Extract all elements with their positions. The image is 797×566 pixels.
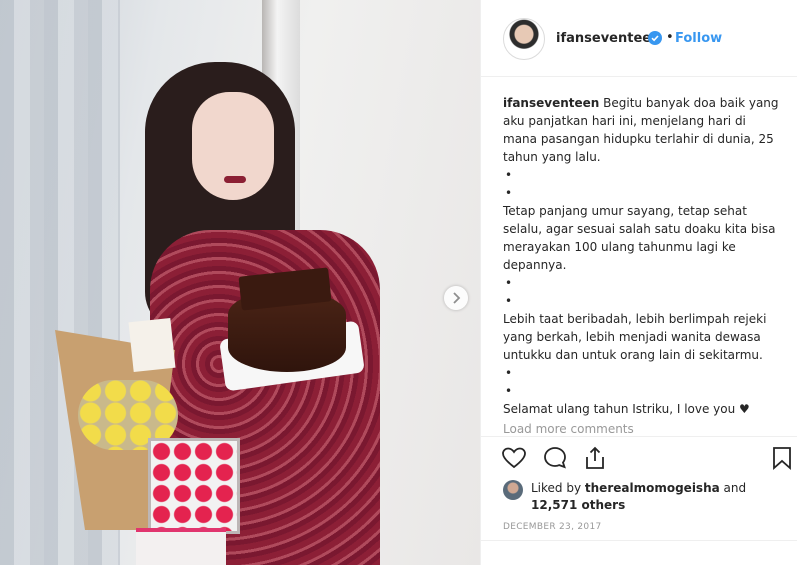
photo-gift-box bbox=[136, 528, 226, 565]
post-date: DECEMBER 23, 2017 bbox=[503, 522, 602, 532]
header-separator: • bbox=[666, 30, 674, 45]
caption-line: • bbox=[505, 366, 513, 380]
caption-username[interactable]: ifanseventeen bbox=[503, 96, 599, 110]
post-header: ifanseventeen • Follow bbox=[481, 0, 797, 77]
verified-badge-icon bbox=[648, 31, 662, 45]
liker-username[interactable]: therealmomogeisha bbox=[585, 481, 720, 495]
likes-count[interactable]: 12,571 others bbox=[531, 498, 625, 512]
next-photo-button[interactable] bbox=[444, 286, 468, 310]
caption-line: • bbox=[505, 168, 513, 182]
caption-line: Tetap panjang umur sayang, tetap sehat s… bbox=[503, 204, 776, 272]
post-photo[interactable] bbox=[0, 0, 480, 565]
action-bar bbox=[481, 436, 797, 481]
post-sidebar: ifanseventeen • Follow ifanseventeen Beg… bbox=[480, 0, 797, 565]
photo-rose-box bbox=[148, 438, 240, 534]
load-more-comments[interactable]: Load more comments bbox=[503, 422, 634, 436]
heart-icon[interactable] bbox=[501, 445, 527, 471]
avatar[interactable] bbox=[503, 18, 545, 60]
caption: ifanseventeen Begitu banyak doa baik yan… bbox=[503, 94, 781, 418]
photo-lips bbox=[224, 176, 246, 183]
comment-icon[interactable] bbox=[542, 445, 568, 471]
username-link[interactable]: ifanseventeen bbox=[556, 31, 660, 46]
caption-line: • bbox=[505, 276, 513, 290]
comment-input-area[interactable] bbox=[481, 540, 797, 566]
caption-line: Lebih taat beribadah, lebih berlimpah re… bbox=[503, 312, 767, 362]
liker-avatar[interactable] bbox=[503, 480, 523, 500]
photo-card bbox=[128, 317, 176, 373]
caption-line: Selamat ulang tahun Istriku, I love you … bbox=[503, 402, 750, 416]
likes-text: Liked by therealmomogeisha and 12,571 ot… bbox=[531, 481, 747, 512]
bookmark-icon[interactable] bbox=[769, 445, 795, 471]
caption-line: • bbox=[505, 186, 513, 200]
caption-line: • bbox=[505, 294, 513, 308]
caption-line: • bbox=[505, 384, 513, 398]
next-arrow-icon bbox=[453, 292, 461, 304]
caption-line: ifanseventeen Begitu banyak doa baik yan… bbox=[503, 96, 779, 164]
photo-face bbox=[192, 92, 274, 200]
follow-button[interactable]: Follow bbox=[675, 31, 722, 46]
share-icon[interactable] bbox=[582, 445, 608, 471]
